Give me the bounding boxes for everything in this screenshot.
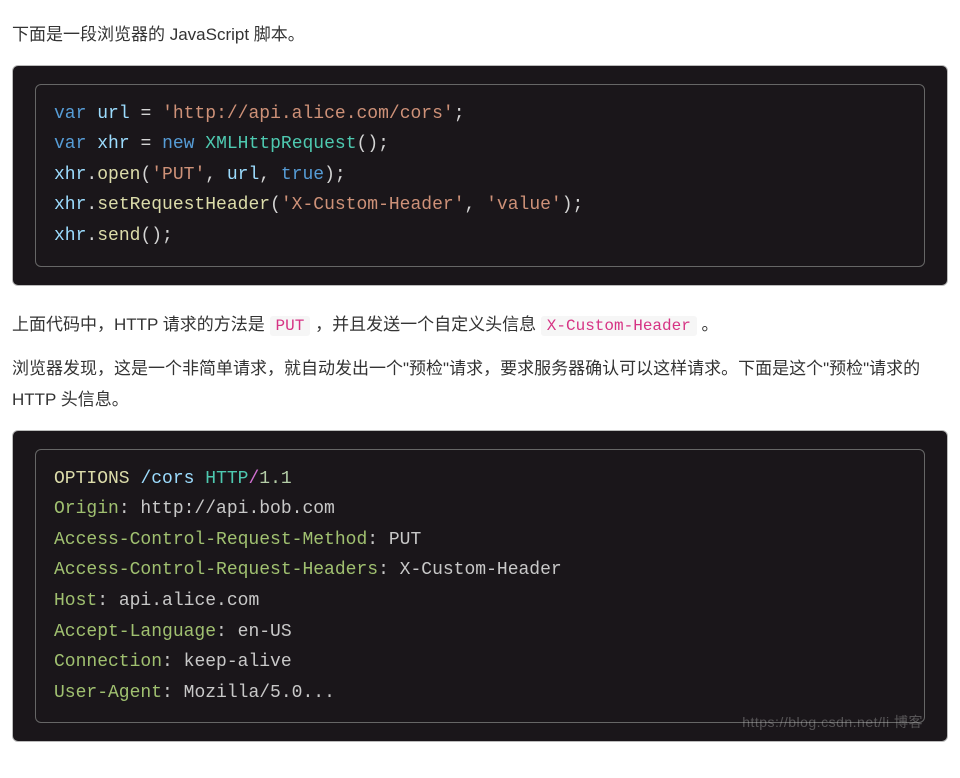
str-hdrval: 'value' bbox=[486, 195, 562, 215]
hdr-host-val: api.alice.com bbox=[119, 591, 259, 611]
hdr-conn: Connection bbox=[54, 652, 162, 672]
hdr-acrh: Access-Control-Request-Headers bbox=[54, 560, 378, 580]
kw-var: var bbox=[54, 134, 86, 154]
hdr-origin: Origin bbox=[54, 499, 119, 519]
colon: : bbox=[367, 530, 389, 550]
js-code: var url = 'http://api.alice.com/cors'; v… bbox=[54, 99, 906, 252]
comma: , bbox=[259, 165, 281, 185]
js-code-inner: var url = 'http://api.alice.com/cors'; v… bbox=[35, 84, 925, 267]
kw-var: var bbox=[54, 104, 86, 124]
http-slash: / bbox=[248, 469, 259, 489]
inline-code-xcustom: X-Custom-Header bbox=[541, 316, 697, 336]
var-xhr: xhr bbox=[54, 165, 86, 185]
hdr-acrm-val: PUT bbox=[389, 530, 421, 550]
mid-mid: ，并且发送一个自定义头信息 bbox=[310, 315, 540, 334]
rp: ); bbox=[562, 195, 584, 215]
dot: . bbox=[86, 226, 97, 246]
mid-paragraph: 上面代码中，HTTP 请求的方法是 PUT ，并且发送一个自定义头信息 X-Cu… bbox=[12, 310, 948, 341]
sp bbox=[130, 469, 141, 489]
lp: ( bbox=[140, 165, 151, 185]
colon: : bbox=[97, 591, 119, 611]
rp: ); bbox=[324, 165, 346, 185]
fn-send: send bbox=[97, 226, 140, 246]
colon: : bbox=[216, 622, 238, 642]
hdr-acrh-val: X-Custom-Header bbox=[400, 560, 562, 580]
hdr-acclang-val: en-US bbox=[238, 622, 292, 642]
paren: (); bbox=[140, 226, 172, 246]
var-xhr: xhr bbox=[97, 134, 129, 154]
hdr-host: Host bbox=[54, 591, 97, 611]
fn-open: open bbox=[97, 165, 140, 185]
str-put: 'PUT' bbox=[151, 165, 205, 185]
bool-true: true bbox=[281, 165, 324, 185]
str-url: 'http://api.alice.com/cors' bbox=[162, 104, 454, 124]
explain-paragraph: 浏览器发现，这是一个非简单请求，就自动发出一个"预检"请求，要求服务器确认可以这… bbox=[12, 354, 948, 415]
intro-paragraph: 下面是一段浏览器的 JavaScript 脚本。 bbox=[12, 20, 948, 51]
paren: (); bbox=[357, 134, 389, 154]
arg-url: url bbox=[227, 165, 259, 185]
var-url: url bbox=[97, 104, 129, 124]
hdr-acclang: Accept-Language bbox=[54, 622, 216, 642]
hdr-origin-val: http://api.bob.com bbox=[140, 499, 334, 519]
dot: . bbox=[86, 165, 97, 185]
str-hdrname: 'X-Custom-Header' bbox=[281, 195, 465, 215]
fn-setreqhdr: setRequestHeader bbox=[97, 195, 270, 215]
hdr-conn-val: keep-alive bbox=[184, 652, 292, 672]
colon: : bbox=[378, 560, 400, 580]
http-ver: 1.1 bbox=[259, 469, 291, 489]
colon: : bbox=[162, 652, 184, 672]
mid-pre: 上面代码中，HTTP 请求的方法是 bbox=[12, 315, 270, 334]
dot: . bbox=[86, 195, 97, 215]
http-method: OPTIONS bbox=[54, 469, 130, 489]
colon: : bbox=[119, 499, 141, 519]
hdr-acrm: Access-Control-Request-Method bbox=[54, 530, 367, 550]
http-code-block: OPTIONS /cors HTTP/1.1 Origin: http://ap… bbox=[12, 430, 948, 743]
semi: ; bbox=[454, 104, 465, 124]
var-xhr: xhr bbox=[54, 226, 86, 246]
watermark: https://blog.csdn.net/li 博客 bbox=[742, 710, 923, 735]
http-code-inner: OPTIONS /cors HTTP/1.1 Origin: http://ap… bbox=[35, 449, 925, 724]
lp: ( bbox=[270, 195, 281, 215]
mid-post: 。 bbox=[697, 315, 719, 334]
comma: , bbox=[205, 165, 227, 185]
http-proto: HTTP bbox=[205, 469, 248, 489]
sp bbox=[194, 469, 205, 489]
http-path: /cors bbox=[140, 469, 194, 489]
colon: : bbox=[162, 683, 184, 703]
js-code-block: var url = 'http://api.alice.com/cors'; v… bbox=[12, 65, 948, 286]
comma: , bbox=[465, 195, 487, 215]
op-eq: = bbox=[140, 104, 151, 124]
hdr-ua: User-Agent bbox=[54, 683, 162, 703]
http-code: OPTIONS /cors HTTP/1.1 Origin: http://ap… bbox=[54, 464, 906, 709]
op-eq: = bbox=[140, 134, 151, 154]
kw-new: new bbox=[162, 134, 194, 154]
hdr-ua-val: Mozilla/5.0... bbox=[184, 683, 335, 703]
inline-code-put: PUT bbox=[270, 316, 311, 336]
var-xhr: xhr bbox=[54, 195, 86, 215]
type-xhr: XMLHttpRequest bbox=[205, 134, 356, 154]
